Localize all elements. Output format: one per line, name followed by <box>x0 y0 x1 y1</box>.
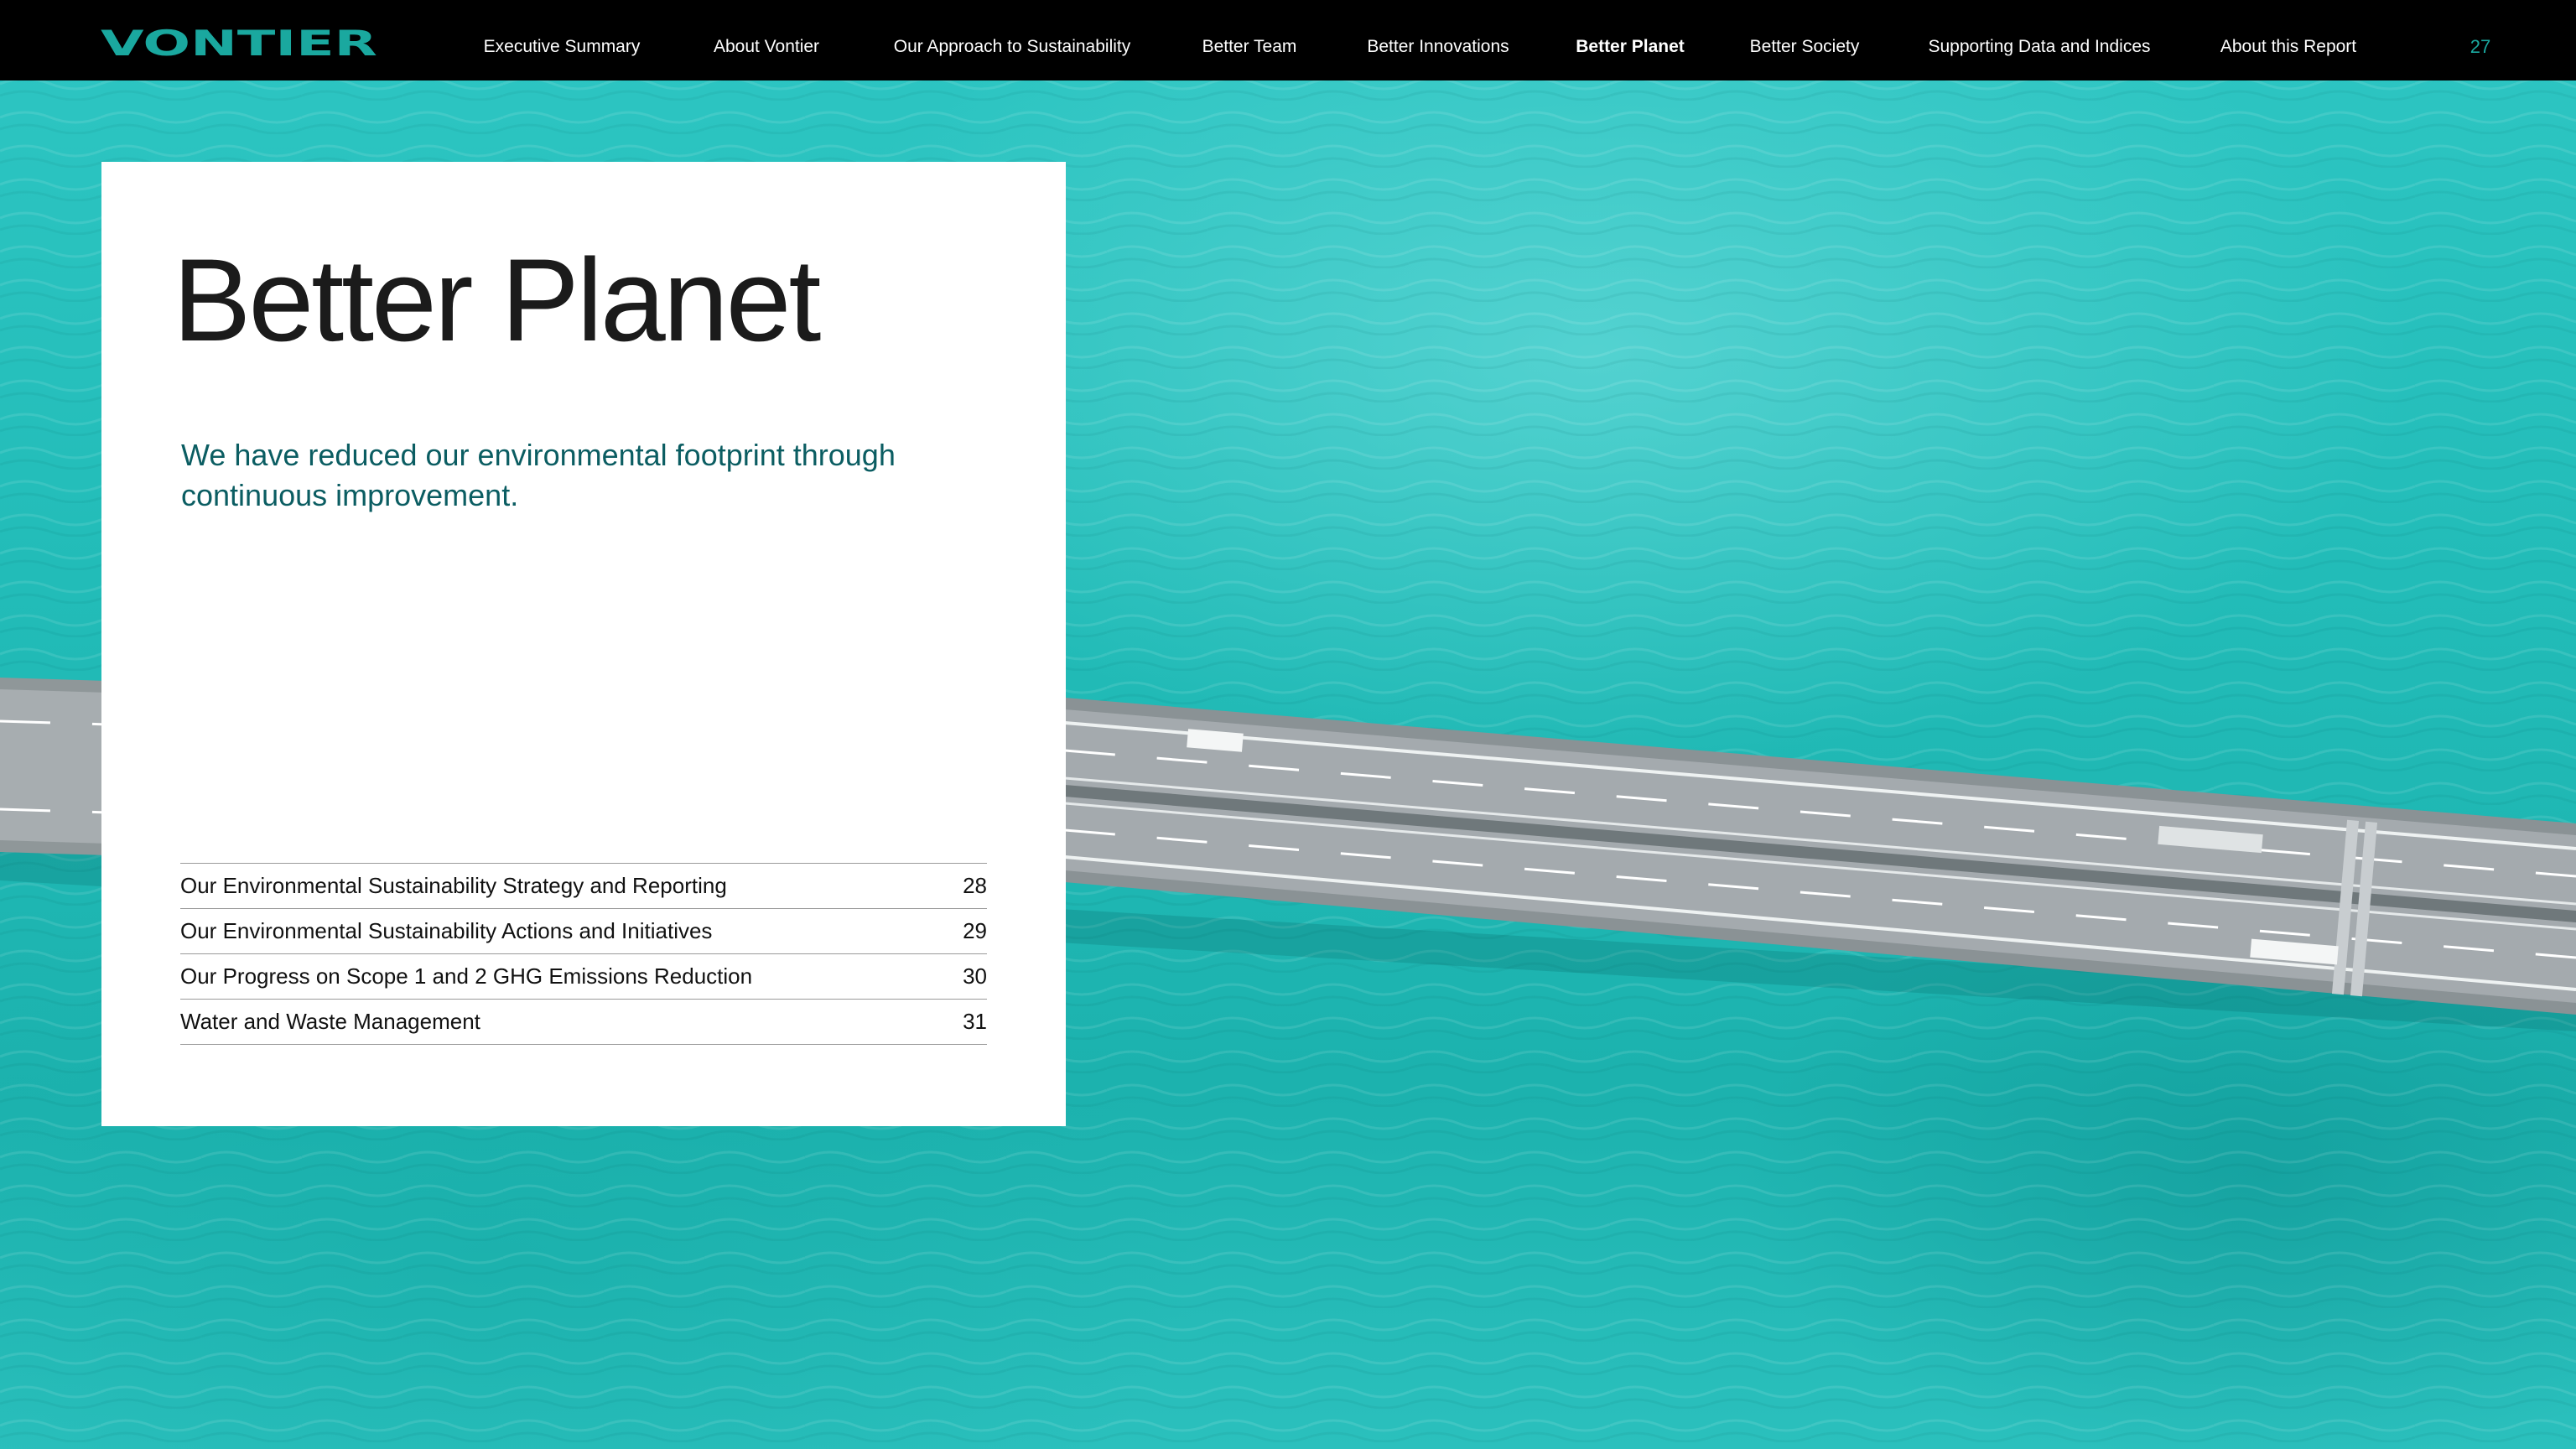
nav-item-better-society[interactable]: Better Society <box>1750 0 1860 80</box>
toc-item-page: 29 <box>963 918 987 943</box>
table-of-contents: Our Environmental Sustainability Strateg… <box>180 863 987 1045</box>
toc-item-label: Our Progress on Scope 1 and 2 GHG Emissi… <box>180 963 753 989</box>
toc-item[interactable]: Water and Waste Management 31 <box>180 1000 987 1045</box>
toc-item-label: Water and Waste Management <box>180 1009 480 1034</box>
nav-item-executive-summary[interactable]: Executive Summary <box>484 0 641 80</box>
nav-item-approach-to-sustainability[interactable]: Our Approach to Sustainability <box>894 0 1131 80</box>
nav-item-better-innovations[interactable]: Better Innovations <box>1367 0 1509 80</box>
toc-item[interactable]: Our Progress on Scope 1 and 2 GHG Emissi… <box>180 954 987 1000</box>
toc-item[interactable]: Our Environmental Sustainability Actions… <box>180 909 987 954</box>
section-intro-card: Better Planet We have reduced our enviro… <box>101 162 1066 1126</box>
toc-item[interactable]: Our Environmental Sustainability Strateg… <box>180 864 987 909</box>
nav-item-about-vontier[interactable]: About Vontier <box>714 0 819 80</box>
nav-item-about-this-report[interactable]: About this Report <box>2220 0 2356 80</box>
toc-item-page: 30 <box>963 963 987 989</box>
toc-item-page: 28 <box>963 873 987 898</box>
toc-item-label: Our Environmental Sustainability Strateg… <box>180 873 727 898</box>
page-number: 27 <box>2470 36 2491 57</box>
vontier-logo[interactable]: VONTIER <box>101 23 381 64</box>
section-intro-text: We have reduced our environmental footpr… <box>181 438 896 512</box>
toc-item-label: Our Environmental Sustainability Actions… <box>180 918 713 943</box>
nav-item-better-team[interactable]: Better Team <box>1202 0 1297 80</box>
top-navigation-bar: VONTIER Executive Summary About Vontier … <box>0 0 2576 80</box>
nav-item-better-planet[interactable]: Better Planet <box>1576 0 1685 80</box>
vontier-logo-mark: VONTIER <box>101 23 377 64</box>
section-title: Better Planet <box>173 234 821 366</box>
logo-wordmark: VONTIER <box>101 29 377 57</box>
nav-item-supporting-data[interactable]: Supporting Data and Indices <box>1928 0 2150 80</box>
toc-item-page: 31 <box>963 1009 987 1034</box>
